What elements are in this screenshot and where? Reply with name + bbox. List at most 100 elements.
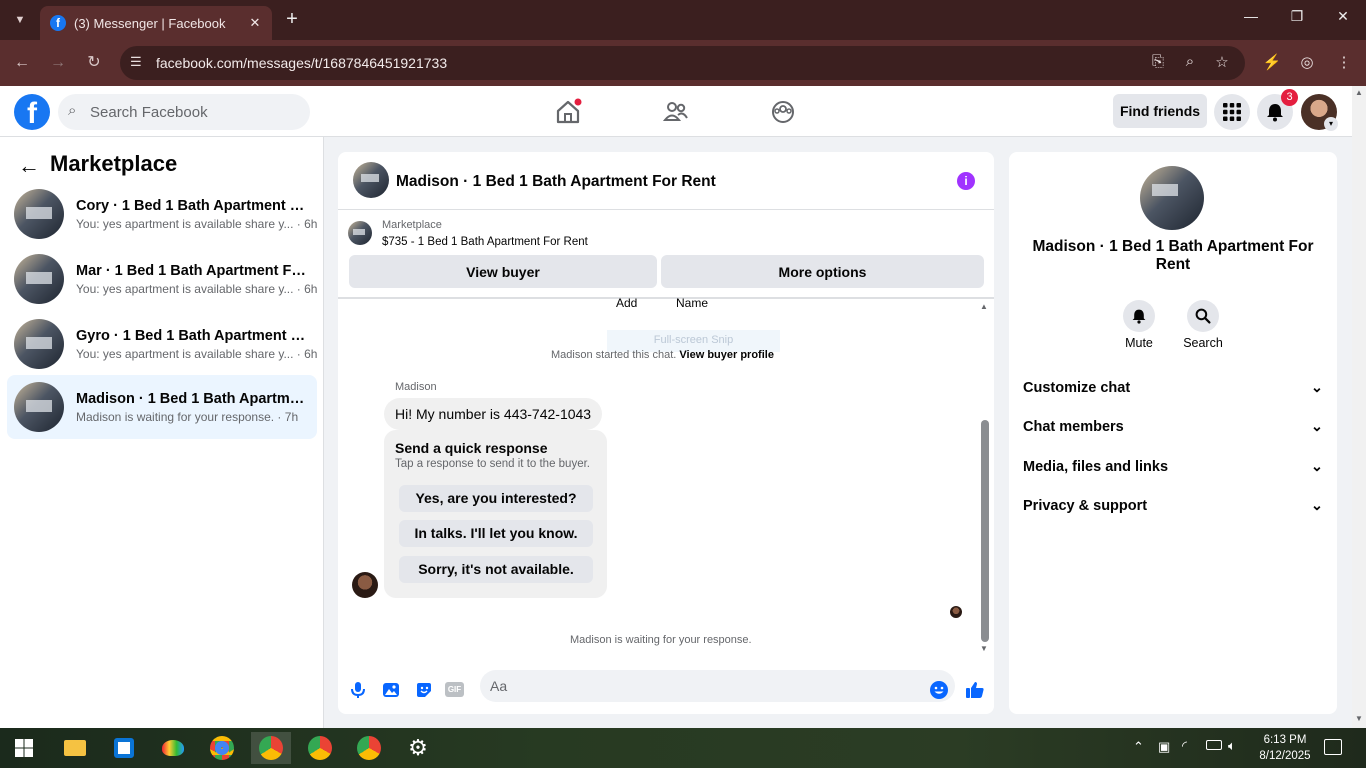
chat-title[interactable]: Madison · 1 Bed 1 Bath Apartment For Ren… [396,173,716,191]
address-bar[interactable]: ☰ facebook.com/messages/t/16878464519217… [120,46,1245,80]
reload-icon[interactable]: ↻ [81,50,107,76]
listing-text[interactable]: $735 - 1 Bed 1 Bath Apartment For Rent [382,236,588,248]
chat-members-section[interactable]: Chat members ⌄ [1023,412,1323,442]
wifi-icon[interactable]: ◜ [1182,738,1187,754]
grid-icon [1223,103,1241,121]
divider [338,297,994,299]
clock-time: 6:13 PM [1263,734,1307,746]
quick-response-title: Send a quick response [395,440,548,456]
like-icon[interactable] [965,680,985,700]
battery-icon[interactable] [1206,740,1222,750]
home-icon[interactable] [554,98,582,126]
back-arrow-icon[interactable]: ← [18,153,40,179]
conversation-time: 6h [304,346,318,361]
settings-gear-icon[interactable]: ⚙ [398,732,438,764]
conversation-item[interactable]: Cory · 1 Bed 1 Bath Apartment For ... Yo… [7,182,317,246]
photo-icon[interactable] [381,680,401,700]
close-tab-icon[interactable]: ✕ [248,15,262,31]
back-icon[interactable]: ← [9,50,35,76]
message-bubble[interactable]: Hi! My number is 443-742-1043 [384,398,603,430]
close-window-button[interactable]: ✕ [1320,8,1366,32]
customize-chat-section[interactable]: Customize chat ⌄ [1023,373,1323,403]
chrome-profile-icon[interactable] [349,732,389,764]
conversation-preview: You: yes apartment is available share y.… [76,216,294,231]
scroll-down-icon[interactable]: ▼ [980,644,988,653]
chat-header: Madison · 1 Bed 1 Bath Apartment For Ren… [338,152,994,210]
listing-thumbnail[interactable] [348,221,372,245]
volume-icon[interactable]: 🔈︎ [1228,738,1236,754]
browser-tab[interactable]: f (3) Messenger | Facebook ✕ [40,6,272,40]
tab-list-button[interactable]: ▼ [10,10,30,30]
conversation-item[interactable]: Mar · 1 Bed 1 Bath Apartment For ... You… [7,247,317,311]
chat-thumbnail[interactable] [353,162,389,198]
page-scroll-up-icon[interactable]: ▲ [1355,88,1363,97]
search-input[interactable]: ⌕ Search Facebook [58,94,310,130]
quick-response-card: Send a quick response Tap a response to … [384,430,607,598]
forward-icon[interactable]: → [45,50,71,76]
minimize-button[interactable]: — [1228,8,1274,32]
page-scroll-down-icon[interactable]: ▼ [1355,714,1363,723]
paint-icon[interactable] [153,732,193,764]
quick-response-sorry[interactable]: Sorry, it's not available. [399,556,593,583]
conversation-time: 7h [284,409,299,424]
groups-icon[interactable] [769,98,797,126]
search-placeholder: Search Facebook [90,103,208,121]
privacy-support-section[interactable]: Privacy & support ⌄ [1023,491,1323,521]
name-label: Name [676,296,709,310]
quick-response-yes[interactable]: Yes, are you interested? [399,485,593,512]
view-buyer-button[interactable]: View buyer [349,255,657,288]
browser-tab-bar: ▼ f (3) Messenger | Facebook ✕ + — ❐ ✕ [0,0,1366,40]
install-app-icon[interactable]: ⎘ [1148,53,1168,70]
facebook-logo-icon[interactable]: f [14,94,50,130]
chrome-icon[interactable] [202,732,242,764]
scrollbar-thumb[interactable] [981,420,989,642]
tray-chevron-icon[interactable]: ⌃ [1133,739,1144,755]
sender-avatar[interactable] [352,572,378,598]
chat-avatar[interactable] [1140,166,1204,230]
performance-icon[interactable]: ⚡ [1262,53,1282,71]
chrome-profile-icon[interactable] [300,732,340,764]
system-clock[interactable]: 6:13 PM 8/12/2025 [1254,732,1316,764]
microphone-icon[interactable] [348,680,368,700]
conversation-title: Madison · 1 Bed 1 Bath Apartment ... [76,390,312,407]
sticker-icon[interactable] [414,680,434,700]
clock-date: 8/12/2025 [1259,750,1311,762]
media-files-links-section[interactable]: Media, files and links ⌄ [1023,452,1323,482]
bookmark-star-icon[interactable]: ☆ [1212,53,1232,71]
profile-icon[interactable]: ◎ [1297,53,1317,71]
maximize-button[interactable]: ❐ [1274,8,1320,32]
emoji-icon[interactable] [929,680,949,700]
listing-thumbnail [14,319,64,369]
message-input[interactable]: Aa [480,670,955,702]
mute-button[interactable] [1123,300,1155,332]
conversation-item[interactable]: Gyro · 1 Bed 1 Bath Apartment For ... Yo… [7,312,317,376]
menu-icon[interactable]: ⋮ [1334,53,1354,71]
new-tab-button[interactable]: + [282,8,302,32]
account-chevron-icon[interactable]: ▾ [1324,117,1338,131]
chrome-profile-icon[interactable] [251,732,291,764]
store-icon[interactable] [104,732,144,764]
friends-icon[interactable] [662,98,690,126]
quick-response-talks[interactable]: In talks. I'll let you know. [399,520,593,547]
start-button[interactable] [4,732,44,764]
composer: GIF Aa [338,668,994,714]
tab-title: (3) Messenger | Facebook [74,15,226,31]
find-friends-button[interactable]: Find friends [1113,94,1207,128]
info-icon[interactable]: i [957,172,975,190]
search-chat-button[interactable] [1187,300,1219,332]
chevron-down-icon: ⌄ [1310,419,1323,435]
facebook-header: f ⌕ Search Facebook Find friends ▾ [0,86,1352,137]
menu-grid-button[interactable] [1214,94,1250,130]
search-icon: ⌕ [68,102,77,119]
more-options-button[interactable]: More options [661,255,984,288]
scroll-up-icon[interactable]: ▲ [980,302,988,311]
zoom-icon[interactable]: ⌕ [1180,53,1200,70]
view-buyer-profile-link[interactable]: View buyer profile [679,349,774,361]
conversation-item-active[interactable]: Madison · 1 Bed 1 Bath Apartment ... Mad… [7,375,317,439]
file-explorer-icon[interactable] [55,732,95,764]
page-scrollbar[interactable]: ▲ ▼ [1352,86,1366,728]
site-settings-icon[interactable]: ☰ [130,54,142,70]
meet-icon[interactable]: ▣ [1158,739,1170,755]
gif-icon[interactable]: GIF [445,682,464,697]
notification-center-icon[interactable] [1324,739,1342,755]
